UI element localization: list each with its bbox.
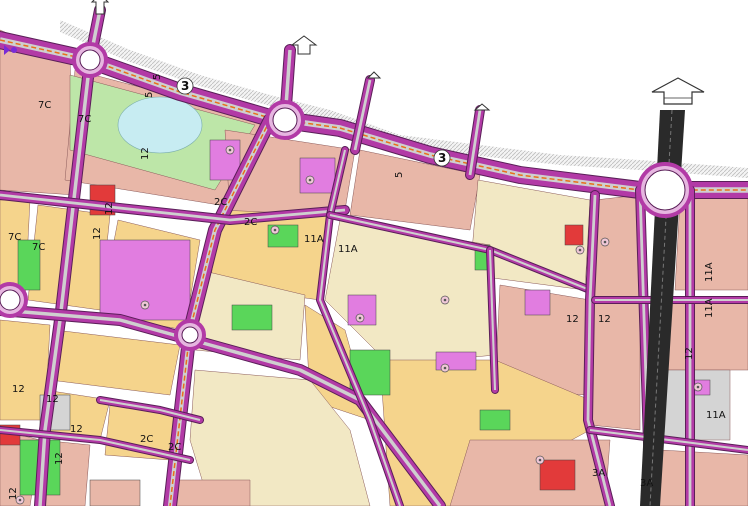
zone-label: 12: [70, 424, 83, 435]
zone-label: 2C: [140, 434, 153, 445]
road-number-label: 3: [438, 151, 446, 165]
urban-plan-map[interactable]: 7C 7C 7C 7C 2C 2C 2C 2C 11A 11A 11A 11A 11A 12 12 12 12 1…: [0, 0, 748, 506]
circle-marker-dot: [143, 303, 147, 307]
zone-label: 7C: [78, 114, 91, 125]
water-pond: [117, 96, 203, 154]
zone-label: 12: [12, 384, 25, 395]
circle-marker-dot: [578, 248, 582, 252]
roundabout-center: [644, 169, 686, 211]
roundabout-center: [272, 107, 298, 133]
circle-marker-dot: [18, 498, 22, 502]
zone-label: 7C: [32, 242, 45, 253]
circle-marker-dot: [308, 178, 312, 182]
park-lot: [479, 409, 511, 431]
block-residential: [449, 439, 611, 506]
public-facility: [299, 157, 336, 194]
zone-label: 11A: [704, 298, 715, 318]
circle-marker-dot: [358, 316, 362, 320]
zone-label: 12: [566, 314, 579, 325]
zone-label: 5: [152, 74, 163, 80]
zone-label: 3A: [592, 468, 605, 479]
zone-label: 2C: [214, 197, 227, 208]
zone-label: 11A: [706, 410, 726, 421]
zone-label: 2C: [168, 442, 181, 453]
circle-marker-dot: [443, 366, 447, 370]
circle-marker-dot: [228, 148, 232, 152]
roundabout-center: [79, 49, 101, 71]
circle-marker-dot: [538, 458, 542, 462]
public-facility: [524, 289, 551, 316]
circle-marker-dot: [696, 385, 700, 389]
block-residential: [89, 479, 141, 506]
zone-label: 11A: [704, 262, 715, 282]
zone-label: 11A: [304, 234, 324, 245]
block-residential: [654, 449, 748, 506]
commercial-lot: [539, 459, 576, 491]
zone-label: 12: [54, 452, 65, 465]
roundabout-center: [181, 326, 199, 344]
zone-label: 7C: [8, 232, 21, 243]
zone-label: 7C: [38, 100, 51, 111]
zone-label: 3A: [640, 478, 653, 489]
circle-marker-dot: [443, 298, 447, 302]
zone-label: 12: [104, 202, 115, 215]
map-canvas: 7C7C7C7C2C2C2C2C11A11A11A11A11A121212121…: [0, 0, 748, 506]
roundabout-center: [0, 289, 21, 311]
zone-label: 12: [684, 347, 695, 360]
zone-label: 12: [92, 227, 103, 240]
zone-label: 12: [140, 147, 151, 160]
circle-marker-dot: [603, 240, 607, 244]
zone-label: 12: [598, 314, 611, 325]
zone-label: 11A: [338, 244, 358, 255]
zone-label: 2C: [244, 217, 257, 228]
zone-label: 5: [144, 92, 155, 98]
zone-label: 12: [46, 394, 59, 405]
zone-label: 5: [394, 172, 405, 178]
park-lot: [231, 304, 273, 331]
commercial-lot: [564, 224, 584, 246]
road-number-label: 3: [181, 79, 189, 93]
block-residential-new: [49, 329, 181, 396]
circle-marker-dot: [273, 228, 277, 232]
